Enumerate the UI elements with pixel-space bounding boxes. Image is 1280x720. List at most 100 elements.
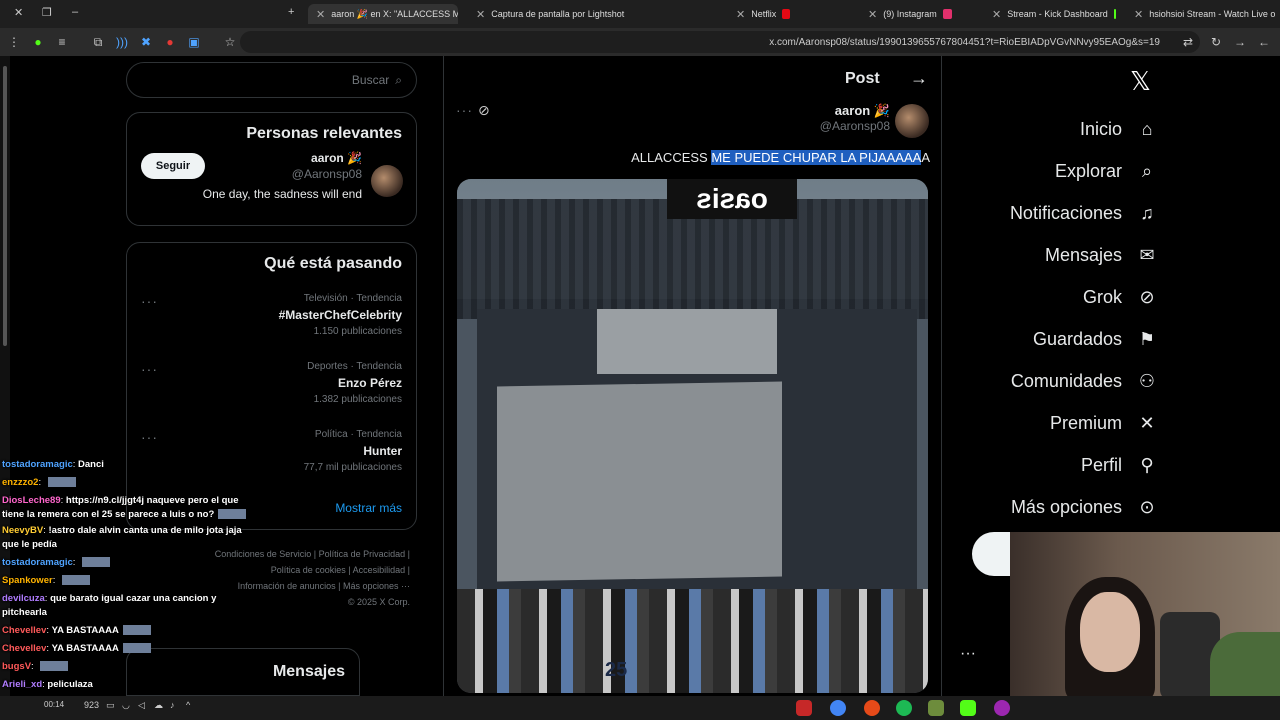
suggested-user-avatar[interactable] (371, 165, 403, 197)
account-menu-dots-icon[interactable]: ··· (960, 645, 976, 663)
follow-button[interactable]: Seguir (141, 153, 205, 179)
nav-item-label: Perfil (1080, 454, 1122, 475)
address-bar[interactable]: x.com/Aaronsp08/status/19901396557678044… (240, 31, 1200, 53)
close-tab-icon[interactable]: ✕ (868, 8, 877, 21)
chat-message: Arieli_xd: peliculaza (2, 676, 252, 694)
close-tab-icon[interactable]: ✕ (992, 8, 1001, 21)
extension-wave-icon[interactable]: ))) (114, 34, 130, 50)
nav-item-6[interactable]: Comunidades ⚇ (1011, 370, 1158, 392)
author-handle[interactable]: @Aaronsp08 (810, 119, 890, 133)
chat-username[interactable]: bugsV (2, 661, 31, 672)
chat-username[interactable]: Arieli_xd (2, 679, 42, 690)
tab-netflix[interactable]: ✕ Netflix (728, 4, 798, 24)
spotify-icon[interactable] (896, 700, 912, 716)
chat-emote-icon (218, 509, 247, 520)
back-arrow-icon[interactable]: → (910, 68, 928, 89)
wifi-icon[interactable]: ◡ (122, 700, 130, 711)
forward-icon[interactable]: → (1232, 34, 1248, 50)
post-text-start: ALLACCESS (631, 150, 712, 165)
chat-username[interactable]: Spankower (2, 575, 53, 586)
site-settings-icon[interactable]: ⇄ (1180, 34, 1196, 50)
speaker-icon[interactable]: ◁ (138, 700, 145, 711)
trend-item[interactable]: Política · Tendencia Hunter 77,7 mil publi… (304, 429, 402, 473)
trend-more-dots-icon[interactable]: ··· (141, 293, 158, 309)
trend-item[interactable]: Televisión · Tendencia #MasterChefCelebri… (279, 293, 402, 337)
bookmark-star-icon[interactable]: ☆ (222, 34, 238, 50)
show-hidden-icons-icon[interactable]: ^ (186, 700, 190, 710)
minimize-window-icon[interactable]: – (72, 6, 78, 18)
nav-item-5[interactable]: Guardados ⚑ (1033, 328, 1158, 350)
extensions-icon[interactable]: ⧉ (90, 34, 106, 50)
post-author[interactable]: aaron 🎉 @Aaronsp08 (810, 103, 890, 133)
nav-item-2[interactable]: Notificaciones ♫ (1010, 202, 1158, 224)
extension-icon[interactable]: ≡ (54, 34, 70, 50)
chat-username[interactable]: DiosLeche89 (2, 495, 61, 506)
close-tab-icon[interactable]: ✕ (476, 8, 485, 21)
restore-window-icon[interactable]: ❐ (42, 6, 52, 19)
minecraft-icon[interactable] (928, 700, 944, 716)
image-shirt-number: 25 (605, 659, 628, 681)
scrollbar-thumb[interactable] (3, 66, 7, 346)
extension-screenshot-icon[interactable]: ▣ (186, 34, 202, 50)
tab-instagram[interactable]: ✕ (9) Instagram (860, 4, 960, 24)
nav-item-label: Explorar (1054, 160, 1122, 181)
chat-username[interactable]: tostadoramagic (2, 459, 73, 470)
chat-emote-icon (82, 557, 111, 568)
chat-username[interactable]: Chevellev (2, 625, 46, 636)
webcam-person-face (1080, 592, 1140, 672)
app-orange-icon[interactable] (864, 700, 880, 716)
close-window-icon[interactable]: ✕ (14, 6, 23, 19)
close-tab-icon[interactable]: ✕ (736, 8, 745, 21)
search-input[interactable]: Buscar ⌕ (126, 62, 417, 98)
chat-username[interactable]: enzzzo2 (2, 477, 38, 488)
nav-item-0[interactable]: Inicio ⌂ (1080, 118, 1158, 140)
extension-x-icon[interactable]: ✖ (138, 34, 154, 50)
new-tab-icon[interactable]: + (288, 6, 294, 18)
nav-item-7[interactable]: Premium ✕ (1050, 412, 1158, 434)
nav-item-8[interactable]: Perfil ⚲ (1081, 454, 1158, 476)
more-icon: ⊙ (1139, 497, 1155, 517)
post-image[interactable]: oasis 25 (457, 179, 928, 693)
suggested-user-name[interactable]: aaron 🎉 (311, 151, 362, 165)
tab-title: Captura de pantalla por Lightshot (491, 9, 625, 19)
trend-more-dots-icon[interactable]: ··· (141, 361, 158, 377)
app-stream-icon[interactable] (796, 700, 812, 716)
close-tab-icon[interactable]: ✕ (316, 8, 325, 21)
x-logo-icon[interactable]: 𝕏 (1130, 66, 1151, 97)
trend-more-dots-icon[interactable]: ··· (141, 429, 158, 445)
author-name[interactable]: aaron 🎉 (810, 103, 890, 119)
chat-username[interactable]: devilcuza (2, 593, 45, 604)
post-more-dots-icon[interactable]: ··· (456, 102, 473, 118)
grok-explain-icon[interactable]: ⊘ (478, 102, 490, 119)
extension-red-icon[interactable]: ● (162, 34, 178, 50)
suggested-user-handle[interactable]: @Aaronsp08 (292, 167, 362, 181)
chat-username[interactable]: Chevellev (2, 643, 46, 654)
tab-kick-stream[interactable]: ✕ hsiohsioi Stream - Watch Live o (1126, 4, 1280, 24)
menu-dots-icon[interactable]: ⋮ (6, 34, 22, 50)
chat-username[interactable]: NeevyBV (2, 525, 43, 536)
tab-kick-dashboard[interactable]: ✕ Stream - Kick Dashboard (984, 4, 1124, 24)
tab-lightshot[interactable]: ✕ Captura de pantalla por Lightshot (468, 4, 638, 24)
kick-icon[interactable] (960, 700, 976, 716)
show-more-link[interactable]: Mostrar más (335, 501, 402, 515)
reload-icon[interactable]: ↻ (1208, 34, 1224, 50)
author-avatar[interactable] (895, 104, 929, 138)
app-purple-icon[interactable] (994, 700, 1010, 716)
x-logo-icon: ✕ (1139, 413, 1155, 433)
trend-item[interactable]: Deportes · Tendencia Enzo Pérez 1.382 publ… (307, 361, 402, 405)
chat-username[interactable]: tostadoramagic (2, 557, 73, 568)
cloud-icon[interactable]: ☁ (154, 700, 163, 711)
tray-icon[interactable]: ▭ (106, 700, 115, 711)
chat-message: devilcuza: que barato igual cazar una ca… (2, 592, 252, 620)
nav-item-4[interactable]: Grok ⊘ (1083, 286, 1158, 308)
chrome-icon[interactable] (830, 700, 846, 716)
microphone-icon[interactable]: ♪ (170, 700, 175, 710)
nav-item-9[interactable]: Más opciones ⊙ (1011, 496, 1158, 518)
nav-item-3[interactable]: Mensajes ✉ (1045, 244, 1158, 266)
post-button[interactable] (972, 532, 1012, 576)
profile-avatar-icon[interactable]: ● (30, 34, 46, 50)
back-icon[interactable]: ← (1256, 34, 1272, 50)
tab-x-post[interactable]: ✕ aaron 🎉 en X: "ALLACCESS M (308, 4, 458, 24)
close-tab-icon[interactable]: ✕ (1134, 8, 1143, 21)
nav-item-1[interactable]: Explorar ⌕ (1055, 160, 1158, 182)
